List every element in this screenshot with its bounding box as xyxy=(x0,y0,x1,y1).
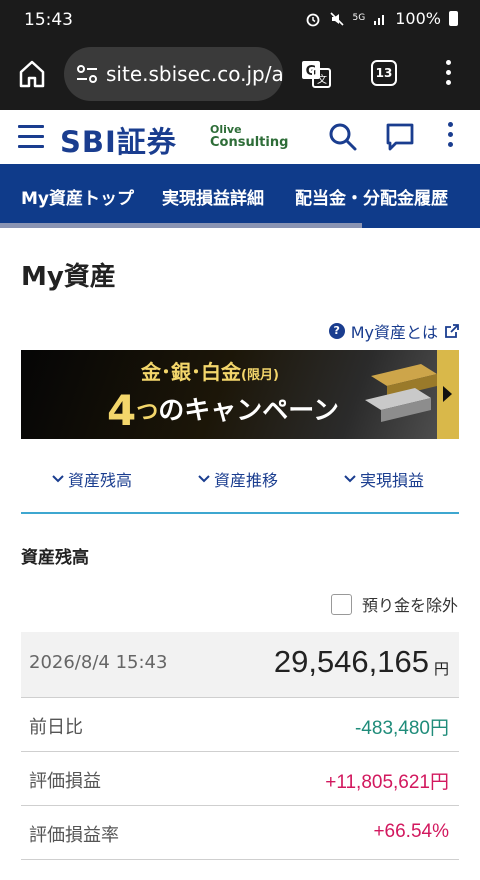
tab-dividend-history[interactable]: 配当金・分配金履歴 xyxy=(295,184,448,209)
tab-switcher-button[interactable]: 13 xyxy=(371,60,397,86)
url-text[interactable]: site.sbisec.co.jp/a xyxy=(106,62,283,86)
exclude-deposit-toggle[interactable]: 預り金を除外 xyxy=(330,592,458,616)
chevron-down-icon xyxy=(52,475,64,483)
mute-icon xyxy=(329,11,344,26)
banner-top-note: (限月) xyxy=(241,368,279,383)
battery-icon xyxy=(449,11,458,26)
status-bar: 15:43 5G 100% xyxy=(0,0,480,40)
banner-metals: 金･銀･白金(限月) xyxy=(141,356,279,385)
day-change-label: 前日比 xyxy=(29,717,83,738)
svg-text:G: G xyxy=(306,64,317,79)
metal-bars-image xyxy=(365,364,437,422)
chevron-down-icon xyxy=(198,475,210,483)
sbi-logo[interactable]: SBI証券 xyxy=(60,119,177,161)
olive-consulting-logo[interactable]: Olive Consulting xyxy=(210,123,288,149)
about-link-label[interactable]: My資産とは xyxy=(351,319,438,343)
total-assets-amount: 29,546,165 xyxy=(273,644,429,679)
signal-icon xyxy=(374,14,385,25)
anchor-balance-label: 資産残高 xyxy=(68,471,133,490)
status-time: 15:43 xyxy=(24,10,73,30)
nav-scroll-indicator xyxy=(0,223,362,228)
unrealized-pl-rate-row: 評価損益率 +66.54% xyxy=(21,806,459,860)
translate-icon[interactable]: G 文 xyxy=(300,59,332,89)
unrealized-pl-rate-value: +66.54% xyxy=(373,821,449,842)
banner-main-text: のキャンペーン xyxy=(158,396,339,426)
section-divider xyxy=(21,512,459,514)
anchor-realized-pl-label: 実現損益 xyxy=(360,471,425,490)
battery-percent: 100% xyxy=(395,9,441,28)
anchor-realized-pl[interactable]: 実現損益 xyxy=(344,467,424,491)
about-my-assets-link[interactable]: ? My資産とは xyxy=(328,319,460,343)
anchor-trend[interactable]: 資産推移 xyxy=(198,467,278,491)
unrealized-pl-label: 評価損益 xyxy=(29,771,101,792)
total-assets-row: 2026/8/4 15:43 29,546,165 円 xyxy=(21,632,459,698)
chat-icon[interactable] xyxy=(385,122,415,152)
anchor-trend-label: 資産推移 xyxy=(214,471,279,490)
partner-line2: Consulting xyxy=(210,135,289,150)
day-change-row: 前日比 -483,480円 xyxy=(21,698,459,752)
hamburger-menu-icon[interactable] xyxy=(18,125,44,149)
currency-unit: 円 xyxy=(433,660,449,678)
chevron-down-icon xyxy=(344,475,356,483)
browser-menu-icon[interactable] xyxy=(444,60,452,88)
balance-section-title: 資産残高 xyxy=(21,548,89,568)
alarm-icon xyxy=(306,13,319,26)
svg-text:文: 文 xyxy=(317,73,327,86)
unrealized-pl-row: 評価損益 +11,805,621円 xyxy=(21,752,459,806)
banner-top-text: 金･銀･白金 xyxy=(141,360,241,384)
help-icon: ? xyxy=(328,323,345,339)
address-bar[interactable]: site.sbisec.co.jp/a xyxy=(64,47,283,101)
anchor-balance[interactable]: 資産残高 xyxy=(52,467,132,491)
more-menu-icon[interactable] xyxy=(446,122,454,152)
balance-datetime: 2026/8/4 15:43 xyxy=(29,652,168,673)
banner-headline: 4つのキャンペーン xyxy=(107,386,339,435)
banner-number: 4 xyxy=(107,386,137,435)
status-icons: 5G 100% xyxy=(305,9,458,28)
tab-my-assets-top[interactable]: My資産トップ xyxy=(21,184,134,209)
banner-next-arrow[interactable] xyxy=(437,350,459,439)
exclude-deposit-checkbox[interactable] xyxy=(330,593,352,615)
tab-realized-pl-detail[interactable]: 実現損益詳細 xyxy=(162,184,264,209)
browser-toolbar: site.sbisec.co.jp/a G 文 13 xyxy=(0,40,480,110)
main-nav: My資産トップ 実現損益詳細 配当金・分配金履歴 xyxy=(0,164,480,228)
search-icon[interactable] xyxy=(328,122,358,152)
unrealized-pl-value: +11,805,621円 xyxy=(325,772,449,793)
external-link-icon xyxy=(445,324,459,338)
network-type: 5G xyxy=(352,13,366,23)
exclude-deposit-label[interactable]: 預り金を除外 xyxy=(362,592,458,616)
day-change-value: -483,480円 xyxy=(354,718,449,739)
campaign-banner[interactable]: 金･銀･白金(限月) 4つのキャンペーン xyxy=(21,350,459,439)
page-title: My資産 xyxy=(21,262,116,292)
unrealized-pl-rate-label: 評価損益率 xyxy=(29,825,119,846)
home-icon[interactable] xyxy=(18,58,46,90)
banner-tsu: つ xyxy=(136,400,159,425)
site-settings-icon[interactable] xyxy=(76,64,98,84)
site-header: SBI証券 Olive Consulting xyxy=(0,110,480,164)
